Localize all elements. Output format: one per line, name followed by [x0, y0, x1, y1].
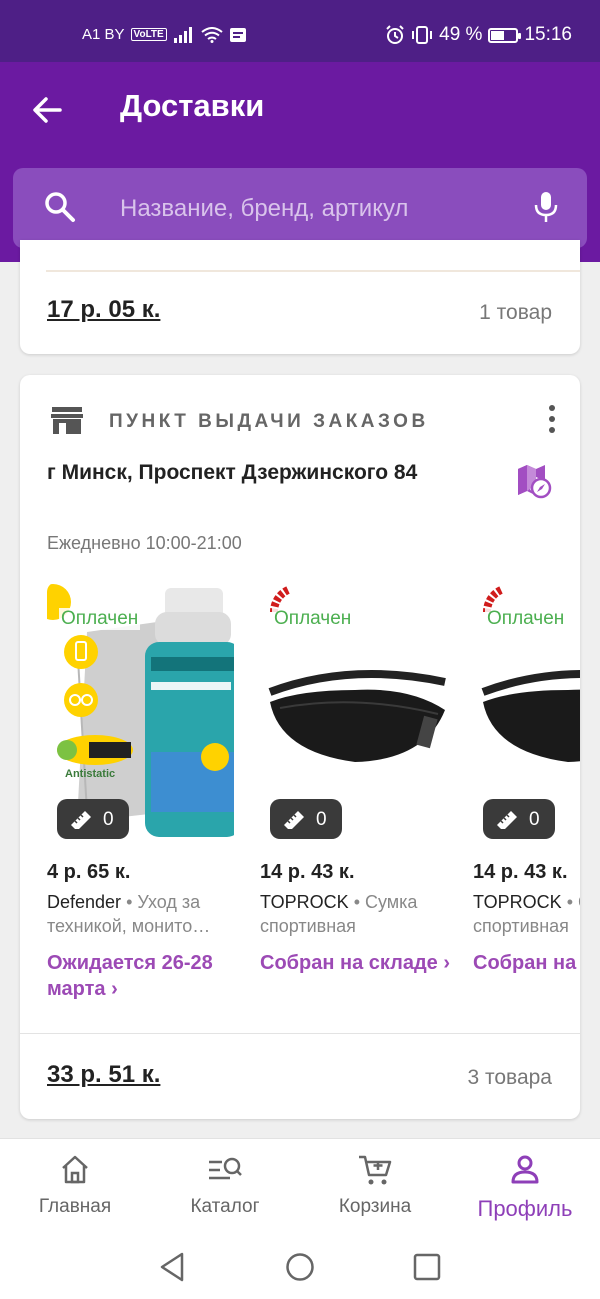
delivery-status-link[interactable]: Собран на складе › [473, 950, 580, 976]
search-icon [45, 192, 75, 222]
notification-icon [229, 27, 246, 42]
status-left: A1 BY VoLTE [82, 26, 247, 43]
previous-order-card: 17 р. 05 к. 1 товар [20, 240, 580, 354]
pickup-order-card: ПУНКТ ВЫДАЧИ ЗАКАЗОВ г Минск, Проспект Д… [20, 375, 580, 1119]
product-card[interactable]: Оплачен 0 14 р. 43 к. TOPROCK • Сумка сп… [473, 582, 580, 976]
product-price: 14 р. 43 к. [260, 861, 355, 883]
nav-cart[interactable]: Корзина [315, 1153, 435, 1218]
nav-label: Каталог [190, 1196, 260, 1217]
product-image[interactable]: Оплачен 0 [260, 582, 447, 847]
more-options-icon[interactable] [546, 405, 558, 437]
nav-profile[interactable]: Профиль [465, 1153, 585, 1222]
catalog-search-icon [209, 1157, 242, 1180]
size-badge[interactable]: 0 [57, 799, 129, 839]
search-bar[interactable]: Название, бренд, артикул [13, 168, 587, 248]
cart-icon [359, 1155, 392, 1185]
profile-icon [511, 1155, 539, 1184]
payment-status: Оплачен [485, 608, 567, 630]
bottom-navigation: Главная Каталог Корзина Профиль [0, 1138, 600, 1236]
product-image[interactable]: Antistatic Оплачен 0 [47, 582, 234, 847]
product-description: Defender • Уход за техникой, монито… [47, 890, 237, 938]
product-description: TOPROCK • Сумка спортивная [260, 890, 450, 938]
product-brand: Defender [47, 892, 122, 912]
clock: 15:16 [524, 24, 572, 45]
carrier-name: A1 BY [82, 26, 125, 43]
payment-status: Оплачен [59, 608, 141, 630]
size-count: 0 [529, 809, 540, 830]
signal-icon [173, 26, 192, 43]
delivery-type-label: ПУНКТ ВЫДАЧИ ЗАКАЗОВ [109, 411, 429, 432]
volte-badge: VoLTE [130, 28, 167, 41]
delivery-status-link[interactable]: Ожидается 26-28 марта › [47, 950, 237, 1002]
delivery-status-link[interactable]: Собран на складе › [260, 950, 450, 976]
search-input[interactable]: Название, бренд, артикул [120, 195, 408, 223]
product-brand: TOPROCK [260, 892, 349, 912]
product-image[interactable]: Оплачен 0 [473, 582, 580, 847]
wifi-icon [201, 26, 223, 43]
size-count: 0 [103, 809, 114, 830]
size-count: 0 [316, 809, 327, 830]
ruler-icon [284, 811, 304, 829]
product-price: 4 р. 65 к. [47, 861, 131, 883]
divider [20, 1033, 580, 1034]
home-circle-icon[interactable] [285, 1252, 315, 1282]
nav-home[interactable]: Главная [15, 1153, 135, 1218]
battery-percent: 49 % [439, 24, 483, 45]
vibrate-icon [412, 26, 433, 44]
app-bar: Доставки Название, бренд, артикул [0, 62, 600, 262]
nav-label: Профиль [477, 1196, 573, 1221]
nav-catalog[interactable]: Каталог [165, 1153, 285, 1218]
pickup-hours: Ежедневно 10:00-21:00 [47, 533, 242, 553]
svg-text:Antistatic: Antistatic [65, 768, 115, 780]
pickup-address: г Минск, Проспект Дзержинского 84 [47, 461, 418, 484]
status-bar: A1 BY VoLTE 49 % 15:16 [0, 0, 600, 62]
order-items-count: 3 товара [467, 1066, 552, 1089]
payment-status: Оплачен [272, 608, 354, 630]
battery-level [491, 30, 505, 40]
system-navigation-bar [0, 1236, 600, 1299]
divider [46, 270, 580, 272]
order-total-price[interactable]: 33 р. 51 к. [47, 1061, 160, 1089]
order-total-price[interactable]: 17 р. 05 к. [47, 296, 160, 324]
ruler-icon [497, 811, 517, 829]
status-right: 49 % 15:16 [385, 24, 572, 46]
home-icon [62, 1155, 88, 1184]
alarm-icon [386, 25, 404, 44]
nav-label: Главная [38, 1196, 112, 1217]
order-items-count: 1 товар [479, 301, 552, 324]
recents-square-icon[interactable] [413, 1253, 441, 1281]
page-title: Доставки [120, 88, 265, 123]
size-badge[interactable]: 0 [270, 799, 342, 839]
nav-label: Корзина [338, 1196, 412, 1217]
product-card[interactable]: Оплачен 0 14 р. 43 к. TOPROCK • Сумка сп… [260, 582, 450, 976]
product-price: 14 р. 43 к. [473, 861, 568, 883]
map-icon[interactable] [516, 463, 552, 499]
product-description: TOPROCK • Сумка спортивная [473, 890, 580, 938]
store-icon [51, 407, 83, 434]
back-triangle-icon[interactable] [158, 1252, 186, 1282]
size-badge[interactable]: 0 [483, 799, 555, 839]
ruler-icon [71, 811, 91, 829]
product-card[interactable]: Antistatic Оплачен 0 4 р. 65 к. Defender… [47, 582, 237, 1002]
product-brand: TOPROCK [473, 892, 562, 912]
battery-icon [488, 27, 522, 43]
microphone-icon[interactable] [533, 190, 559, 224]
back-arrow-icon[interactable] [28, 90, 68, 130]
